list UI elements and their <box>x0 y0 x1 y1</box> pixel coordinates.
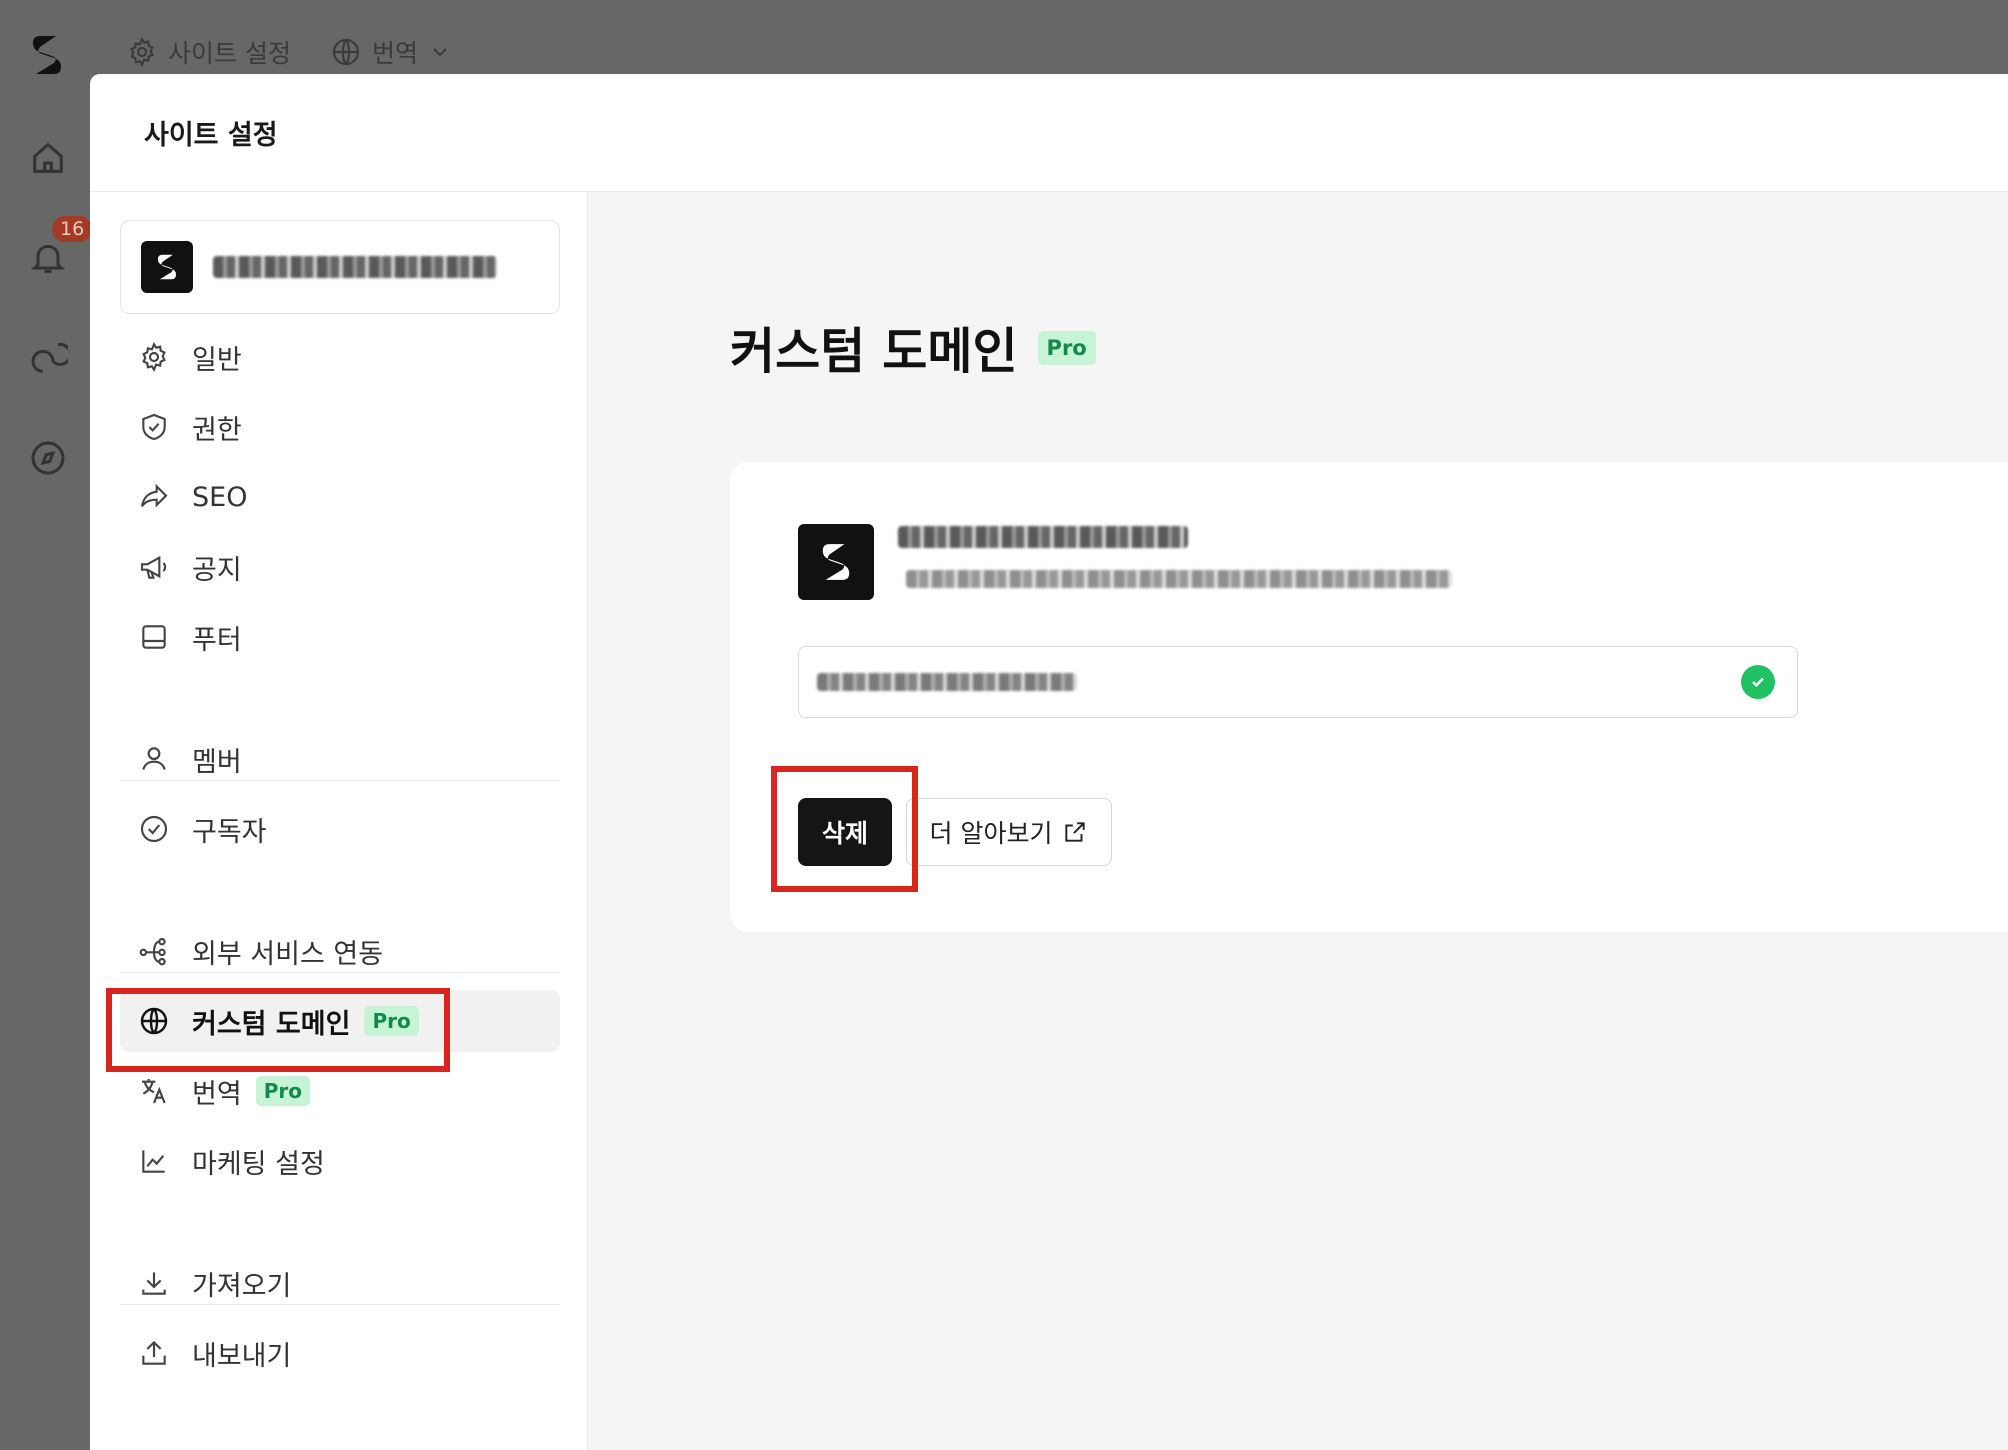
left-rail <box>0 74 90 1450</box>
pro-badge: Pro <box>1037 330 1096 365</box>
top-bar: 사이트 설정 번역 <box>0 0 2008 74</box>
sidebar-item-footer[interactable]: 푸터 <box>120 606 560 668</box>
gear-icon <box>130 37 154 67</box>
sidebar-item-integrations[interactable]: 외부 서비스 연동 <box>120 920 560 982</box>
home-icon[interactable] <box>28 138 68 178</box>
upload-icon <box>142 1340 166 1365</box>
pro-badge: Pro <box>255 1076 310 1106</box>
site-settings-label: 사이트 설정 <box>168 39 291 68</box>
sidebar-item-label: 푸터 <box>192 624 242 656</box>
page-heading: 커스텀 도메인 <box>730 323 1018 380</box>
highlight-custom-domain <box>106 988 450 1072</box>
integration-icon <box>139 937 166 966</box>
chevron-down-icon <box>433 48 447 57</box>
megaphone-icon <box>140 555 167 579</box>
site-logo-icon <box>141 241 193 293</box>
sidebar-item-label: 일반 <box>192 344 242 376</box>
check-icon <box>1741 665 1775 699</box>
sidebar-item-permissions[interactable]: 권한 <box>120 396 560 458</box>
sidebar-item-seo[interactable]: SEO <box>120 466 560 528</box>
shield-icon <box>142 413 166 441</box>
chat-bubble-icon[interactable] <box>28 338 68 378</box>
domain-value-redacted <box>817 673 1077 691</box>
site-logo-icon <box>798 524 874 600</box>
highlight-delete-button <box>771 766 918 892</box>
footer-layout-icon <box>142 625 166 649</box>
sidebar-item-label: 멤버 <box>192 746 242 778</box>
notification-badge: 16 <box>52 216 93 242</box>
site-url-redacted <box>906 570 1452 588</box>
sidebar-item-import[interactable]: 가져오기 <box>120 1252 560 1314</box>
custom-domain-input[interactable] <box>798 646 1798 718</box>
sidebar-item-label: SEO <box>192 481 248 513</box>
check-circle-icon <box>140 815 168 843</box>
sidebar-item-label: 번역 <box>192 1078 242 1110</box>
sidebar-item-label: 외부 서비스 연동 <box>192 938 384 970</box>
sidebar-item-general[interactable]: 일반 <box>120 326 560 388</box>
sidebar-item-marketing[interactable]: 마케팅 설정 <box>120 1130 560 1192</box>
translate-label: 번역 <box>372 39 419 68</box>
user-icon <box>142 747 166 770</box>
sidebar-item-subscribers[interactable]: 구독자 <box>120 798 560 860</box>
modal-title: 사이트 설정 <box>144 120 278 151</box>
page-title: 커스텀 도메인 Pro <box>730 312 1096 383</box>
gear-icon <box>142 342 166 372</box>
translate-dropdown[interactable]: 번역 <box>330 34 452 70</box>
modal-header: 사이트 설정 <box>90 74 2008 192</box>
site-name-redacted <box>213 256 497 278</box>
learn-more-button[interactable]: 더 알아보기 <box>906 798 1112 866</box>
sidebar-item-members[interactable]: 멤버 <box>120 728 560 790</box>
sidebar-item-label: 구독자 <box>192 816 267 848</box>
sidebar-item-label: 권한 <box>192 414 242 446</box>
settings-modal: 사이트 설정 일반 권한 SEO 공지 푸터 멤버 구독자 외부 서비스 연동 … <box>90 74 2008 1450</box>
sidebar-item-label: 마케팅 설정 <box>192 1148 325 1180</box>
compass-icon[interactable] <box>28 438 68 478</box>
translate-icon <box>142 1079 166 1104</box>
globe-icon <box>332 38 360 66</box>
site-selector[interactable] <box>120 220 560 314</box>
share-arrow-icon <box>140 483 168 508</box>
chart-line-icon <box>142 1150 165 1173</box>
site-name-redacted <box>898 526 1188 548</box>
sidebar-item-label: 가져오기 <box>192 1270 292 1302</box>
sidebar-item-label: 내보내기 <box>192 1340 292 1372</box>
learn-more-label: 더 알아보기 <box>929 819 1053 848</box>
site-settings-button[interactable]: 사이트 설정 <box>126 34 291 70</box>
sidebar-item-notice[interactable]: 공지 <box>120 536 560 598</box>
sidebar-item-export[interactable]: 내보내기 <box>120 1322 560 1384</box>
domain-card: 삭제 더 알아보기 <box>730 462 2008 932</box>
bell-icon[interactable] <box>28 238 68 278</box>
sidebar-item-label: 공지 <box>192 554 242 586</box>
external-link-icon <box>1065 822 1086 842</box>
settings-sidebar: 일반 권한 SEO 공지 푸터 멤버 구독자 외부 서비스 연동 커스텀 도메인… <box>90 192 588 1450</box>
download-icon <box>142 1272 166 1295</box>
app-logo-icon[interactable] <box>30 32 64 78</box>
